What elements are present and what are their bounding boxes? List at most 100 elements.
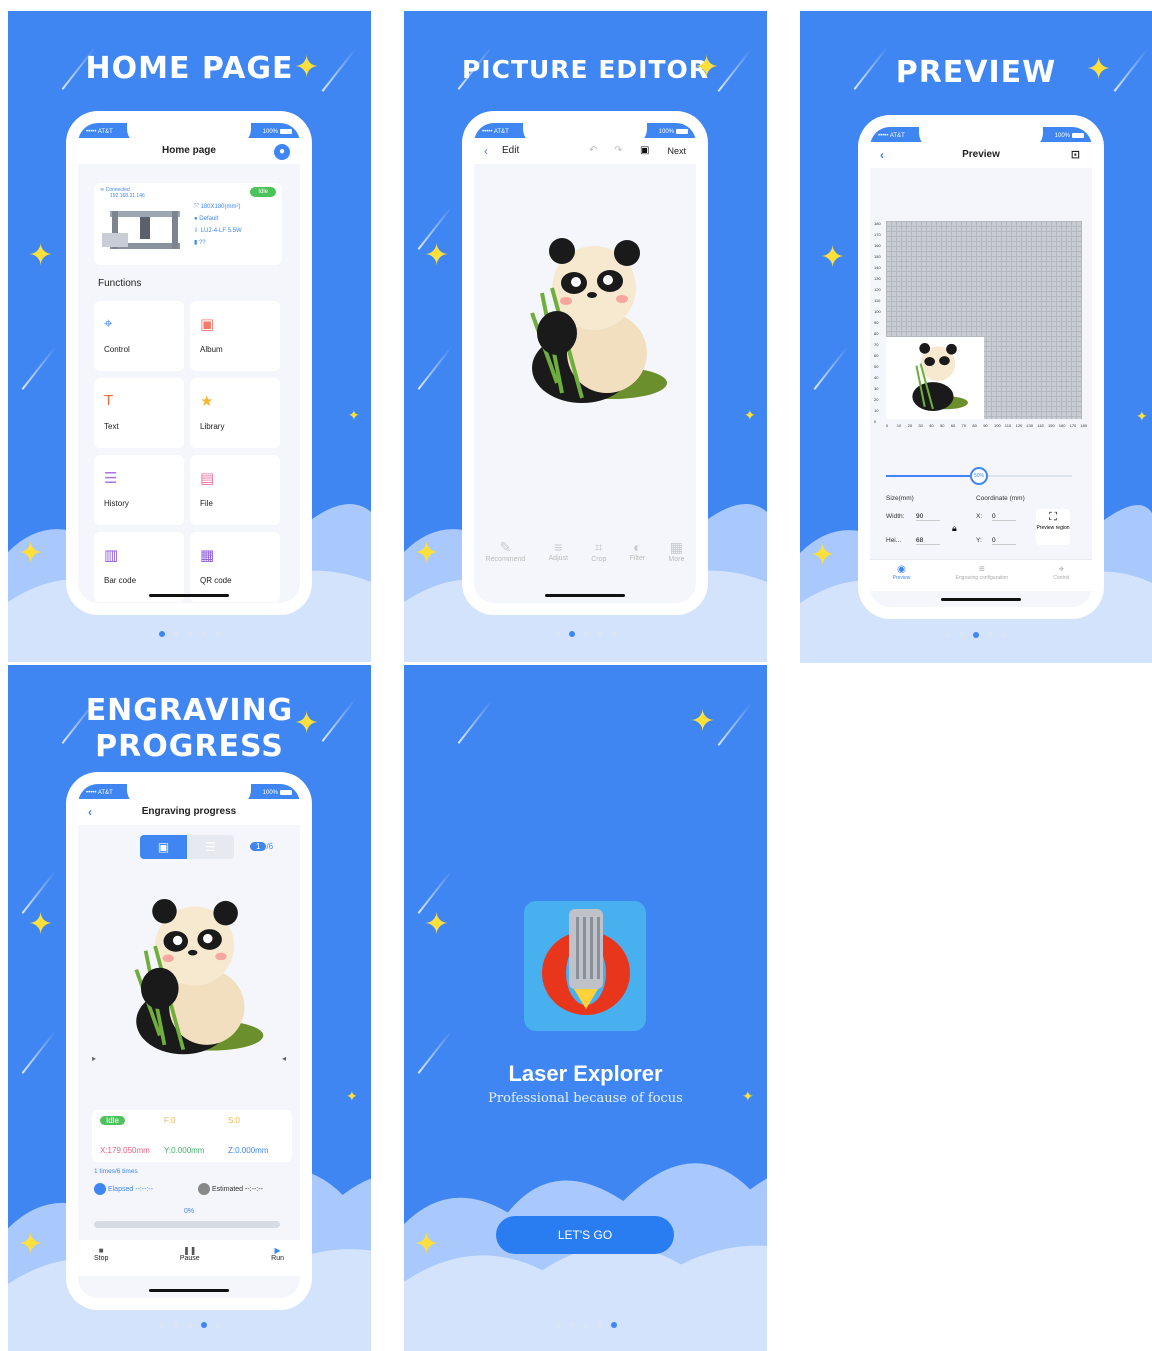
streak-decoration [417, 346, 453, 390]
z-position: Z:0.000mm [228, 1146, 269, 1155]
view-toggle[interactable]: ▣ ☰ [140, 835, 234, 859]
tab-preview[interactable]: ◉ Preview [893, 560, 911, 591]
x-field[interactable]: 0 [992, 513, 1016, 521]
height-field[interactable]: 68 [916, 537, 940, 545]
tool-crop[interactable]: ⌗ Crop [591, 539, 606, 575]
save-icon[interactable]: ▣ [640, 138, 649, 164]
list-view-icon[interactable]: ☰ [187, 835, 234, 859]
phone-frame: ••••• AT&T 100% ‹ Edit ↶ ↷ ▣ Next ✎ Reco… [462, 111, 708, 615]
image-icon: ▣ [200, 316, 215, 333]
back-icon[interactable]: ‹ [88, 799, 92, 825]
page-indicator[interactable] [8, 1315, 371, 1333]
play-icon: ▶ [274, 1246, 281, 1255]
stop-button[interactable]: ■ Stop [94, 1240, 108, 1276]
slide-editor: PICTURE EDITOR ✦ ✦ ✦ ✦ ••••• AT&T 100% ‹ … [404, 11, 767, 662]
tool-filter[interactable]: ◐ Filter [630, 539, 646, 575]
tab-engraving-configuration[interactable]: ≡ Engraving configuration [956, 560, 1009, 591]
preview-grid[interactable]: 180 170 160 150 140 130 120 110 100 90 80 70 60 50 40 3… [874, 221, 1087, 441]
machine-status-card: Idle F:0 S:0 X:179.050mm Y:0.000mm Z:0.0… [92, 1110, 292, 1162]
function-label: History [104, 499, 129, 508]
x-tick-label: 60 [950, 423, 956, 428]
tab-label: Preview [892, 575, 911, 581]
prev-arrow-icon[interactable]: ▸ [92, 1054, 96, 1063]
y-tick-label: 50 [874, 364, 879, 369]
function-tile-text[interactable]: T Text [94, 378, 184, 448]
undo-icon[interactable]: ↶ [589, 138, 597, 164]
star-icon: ✦ [294, 707, 320, 740]
scale-slider[interactable]: 50% [886, 467, 1072, 485]
function-tile-history[interactable]: ☰ History [94, 455, 184, 525]
crosshair-icon: ⌖ [104, 315, 113, 332]
next-button[interactable]: Next [667, 138, 686, 164]
back-icon[interactable]: ‹ [880, 142, 884, 168]
star-icon: ✦ [694, 51, 720, 84]
placed-image[interactable] [886, 337, 984, 419]
streak-decoration [457, 700, 493, 744]
y-field[interactable]: 0 [992, 537, 1016, 545]
page-indicator[interactable] [404, 1315, 767, 1333]
filter-icon: ◐ [633, 539, 642, 555]
total-pages: /6 [266, 842, 274, 851]
eye-icon: ◉ [897, 564, 906, 575]
file-icon: ▤ [200, 470, 215, 487]
next-arrow-icon[interactable]: ◂ [282, 1054, 286, 1063]
y-label: Y: [976, 537, 982, 544]
tab-control[interactable]: ⌖ Control [1053, 560, 1069, 591]
tool-recommend[interactable]: ✎ Recommend [486, 539, 526, 575]
back-icon[interactable]: ‹ [484, 138, 488, 164]
x-tick-label: 120 [1015, 423, 1023, 428]
redo-icon[interactable]: ↷ [614, 138, 622, 164]
star-icon: ★ [200, 393, 214, 410]
tool-adjust[interactable]: ≡ Adjust [549, 539, 568, 575]
function-tile-file[interactable]: ▤ File [190, 455, 280, 525]
run-button[interactable]: ▶ Run [271, 1240, 284, 1276]
function-label: QR code [200, 576, 232, 585]
elapsed-label: Elapsed --:--:-- [107, 1185, 154, 1193]
y-tick-label: 140 [874, 265, 881, 270]
function-tile-library[interactable]: ★ Library [190, 378, 280, 448]
battery-icon [676, 129, 688, 134]
pause-icon: ❚❚ [183, 1246, 197, 1255]
slider-thumb[interactable]: 50% [970, 467, 988, 485]
nav-bar: ‹ Engraving progress [78, 799, 300, 825]
lock-icon[interactable]: 🔒︎ [952, 523, 957, 534]
tool-more[interactable]: ▦ More [668, 539, 684, 575]
y-position: Y:0.000mm [164, 1146, 205, 1155]
height-label: Hei... [886, 537, 902, 544]
star-icon: ✦ [28, 239, 54, 272]
device-card[interactable]: ≋ Connected 192.168.31.146 Idle ⤧ 180X18… [94, 183, 282, 265]
phone-frame: ••••• AT&T 100% ‹ Preview ⊡ 180 170 160 150 1… [858, 115, 1104, 619]
x-tick-label: 10 [896, 423, 902, 428]
export-icon[interactable]: ⊡ [1071, 142, 1080, 168]
estimated-time: Estimated --:--:-- [198, 1183, 263, 1195]
star-icon: ✦ [28, 908, 54, 941]
section-title: Functions [98, 278, 142, 289]
page-title: Home page [162, 145, 216, 156]
page-indicator[interactable] [8, 624, 371, 642]
star-icon: ✦ [424, 239, 450, 272]
work-area: 180X180(mm²) [200, 204, 241, 210]
function-tile-control[interactable]: ⌖ Control [94, 301, 184, 371]
current-page: 1 [250, 842, 267, 851]
tool-label: More [668, 556, 685, 563]
page-indicator[interactable] [800, 625, 1152, 643]
image-view-icon[interactable]: ▣ [140, 835, 187, 859]
pause-button[interactable]: ❚❚ Pause [180, 1240, 200, 1276]
lets-go-button[interactable]: LET'S GO [496, 1216, 674, 1254]
function-tile-qr-code[interactable]: ▦ QR code [190, 532, 280, 602]
function-tile-album[interactable]: ▣ Album [190, 301, 280, 371]
preview-region-button[interactable]: ⛶ Preview region [1036, 509, 1070, 545]
function-tile-bar-code[interactable]: ▥ Bar code [94, 532, 184, 602]
function-label: File [200, 499, 213, 508]
width-label: Width: [886, 513, 905, 520]
device-ip: 192.168.31.146 [110, 193, 145, 199]
y-tick-label: 100 [874, 309, 881, 314]
tab-label: Control [1053, 575, 1070, 581]
width-field[interactable]: 90 [916, 513, 940, 521]
carrier-label: ••••• AT&T [86, 790, 113, 796]
app-tagline: Professional because of focus [488, 1091, 683, 1106]
tool-label: Adjust [548, 555, 568, 562]
coordinate-label: Coordinate (mm) [976, 495, 1025, 502]
page-indicator[interactable] [404, 624, 767, 642]
user-icon[interactable]: ● [274, 144, 290, 160]
